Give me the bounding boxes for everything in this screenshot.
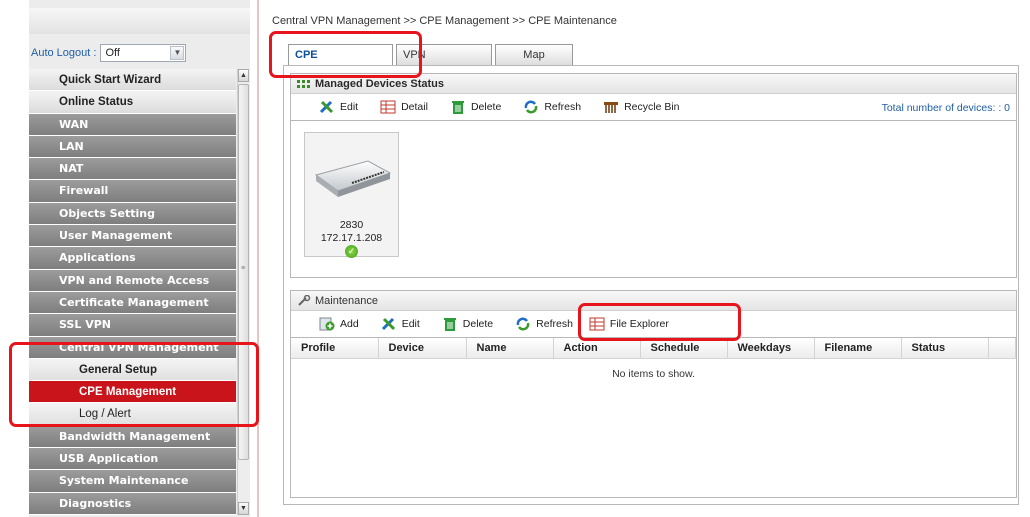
router-image <box>314 160 392 197</box>
column-header-action[interactable]: Action <box>553 338 641 359</box>
device-name: 2830 <box>339 219 364 231</box>
delete-label: Delete <box>470 101 502 113</box>
column-header-device[interactable]: Device <box>378 338 467 359</box>
delete-label: Delete <box>462 318 494 330</box>
sidebar-item-online-status[interactable]: Online Status <box>29 91 236 114</box>
column-header-name[interactable]: Name <box>466 338 554 359</box>
highlight-box-sidebar <box>9 342 259 427</box>
recycle-bin-label: Recycle Bin <box>624 101 680 113</box>
edit-label: Edit <box>401 318 420 330</box>
sidebar-item-vpn-and-remote-access[interactable]: VPN and Remote Access <box>29 269 236 292</box>
detail-label: Detail <box>401 101 428 113</box>
device-ip: 172.17.1.208 <box>320 232 383 244</box>
refresh-label: Refresh <box>544 101 582 113</box>
highlight-box-file-explorer <box>578 303 741 341</box>
sidebar-scrollbar[interactable]: ▲ ≡ ▼ <box>237 69 249 515</box>
sidebar-item-usb-application[interactable]: USB Application <box>29 448 236 471</box>
edit-button[interactable]: Edit <box>319 100 358 114</box>
scroll-up-icon[interactable]: ▲ <box>238 69 249 82</box>
sidebar-header-bar <box>29 8 250 34</box>
delete-button[interactable]: Delete <box>442 317 493 331</box>
trash-icon <box>443 318 456 331</box>
sidebar-item-ssl-vpn[interactable]: SSL VPN <box>29 314 236 337</box>
sidebar-item-firewall[interactable]: Firewall <box>29 180 236 203</box>
sidebar-item-nat[interactable]: NAT <box>29 158 236 181</box>
delete-button[interactable]: Delete <box>450 100 501 114</box>
sidebar-item-quick-start-wizard[interactable]: Quick Start Wizard <box>29 69 236 92</box>
column-header-schedule[interactable]: Schedule <box>640 338 728 359</box>
managed-devices-toolbar: Edit Detail Delete Refresh Recycle Bin T… <box>291 94 1016 121</box>
sidebar-item-objects-setting[interactable]: Objects Setting <box>29 202 236 226</box>
detail-button[interactable]: Detail <box>380 100 428 114</box>
total-devices-count: Total number of devices: : 0 <box>881 102 1010 114</box>
empty-table-message: No items to show. <box>612 367 695 380</box>
sidebar: Auto Logout : Off ▼ Quick Start Wizard On… <box>29 0 250 517</box>
column-header-profile[interactable]: Profile <box>291 338 379 359</box>
sidebar-item-certificate-management[interactable]: Certificate Management <box>29 291 236 315</box>
wrench-icon <box>298 294 311 306</box>
scroll-down-icon[interactable]: ▼ <box>238 502 249 515</box>
add-button[interactable]: Add <box>319 317 359 331</box>
edit-tools-icon <box>319 100 334 114</box>
auto-logout-label: Auto Logout : <box>31 47 97 59</box>
auto-logout: Auto Logout : Off ▼ <box>31 43 246 63</box>
column-header-filename[interactable]: Filename <box>814 338 902 359</box>
tab-map[interactable]: Map <box>495 44 573 66</box>
column-header-status[interactable]: Status <box>901 338 989 359</box>
online-check-icon: ✓ <box>345 245 358 258</box>
sidebar-item-diagnostics[interactable]: Diagnostics <box>29 492 236 515</box>
highlight-box-tab <box>269 31 422 78</box>
sidebar-menu: Quick Start Wizard Online Status WAN LAN NAT… <box>29 69 236 515</box>
recycle-bin-icon <box>604 102 619 113</box>
refresh-icon <box>524 100 538 114</box>
add-label: Add <box>340 318 359 330</box>
table-header-row: Profile Device Name Action Schedule Week… <box>291 338 1016 359</box>
refresh-label: Refresh <box>536 318 573 330</box>
edit-label: Edit <box>340 101 359 113</box>
refresh-button[interactable]: Refresh <box>523 100 581 114</box>
sidebar-item-bandwidth-management[interactable]: Bandwidth Management <box>29 425 236 449</box>
add-icon <box>319 317 335 331</box>
column-header-weekdays[interactable]: Weekdays <box>727 338 815 359</box>
device-card[interactable]: 2830 172.17.1.208 ✓ <box>304 132 399 258</box>
managed-devices-panel: Managed Devices Status Edit Detail Delet… <box>290 73 1017 278</box>
column-header-spacer <box>988 338 1016 359</box>
edit-tools-icon <box>381 317 395 331</box>
sidebar-item-wan[interactable]: WAN <box>29 113 236 136</box>
auto-logout-value: Off <box>105 47 120 59</box>
recycle-bin-button[interactable]: Recycle Bin <box>603 100 680 114</box>
breadcrumb: Central VPN Management >> CPE Management… <box>272 15 617 27</box>
refresh-button[interactable]: Refresh <box>515 317 573 331</box>
sidebar-item-user-management[interactable]: User Management <box>29 225 236 248</box>
sidebar-item-applications[interactable]: Applications <box>29 247 236 270</box>
auto-logout-select[interactable]: Off ▼ <box>100 44 187 62</box>
scrollbar-grip-icon: ≡ <box>241 265 246 272</box>
trash-icon <box>451 101 464 114</box>
refresh-icon <box>516 317 530 331</box>
maintenance-table: Profile Device Name Action Schedule Week… <box>291 338 1016 359</box>
chevron-down-icon[interactable]: ▼ <box>170 46 185 60</box>
sidebar-item-system-maintenance[interactable]: System Maintenance <box>29 470 236 493</box>
maintenance-title: Maintenance <box>315 294 378 307</box>
edit-button[interactable]: Edit <box>381 317 420 331</box>
detail-table-icon <box>380 100 396 114</box>
grid-dots-icon <box>297 79 310 88</box>
sidebar-item-lan[interactable]: LAN <box>29 135 236 159</box>
frame-divider <box>257 0 259 517</box>
